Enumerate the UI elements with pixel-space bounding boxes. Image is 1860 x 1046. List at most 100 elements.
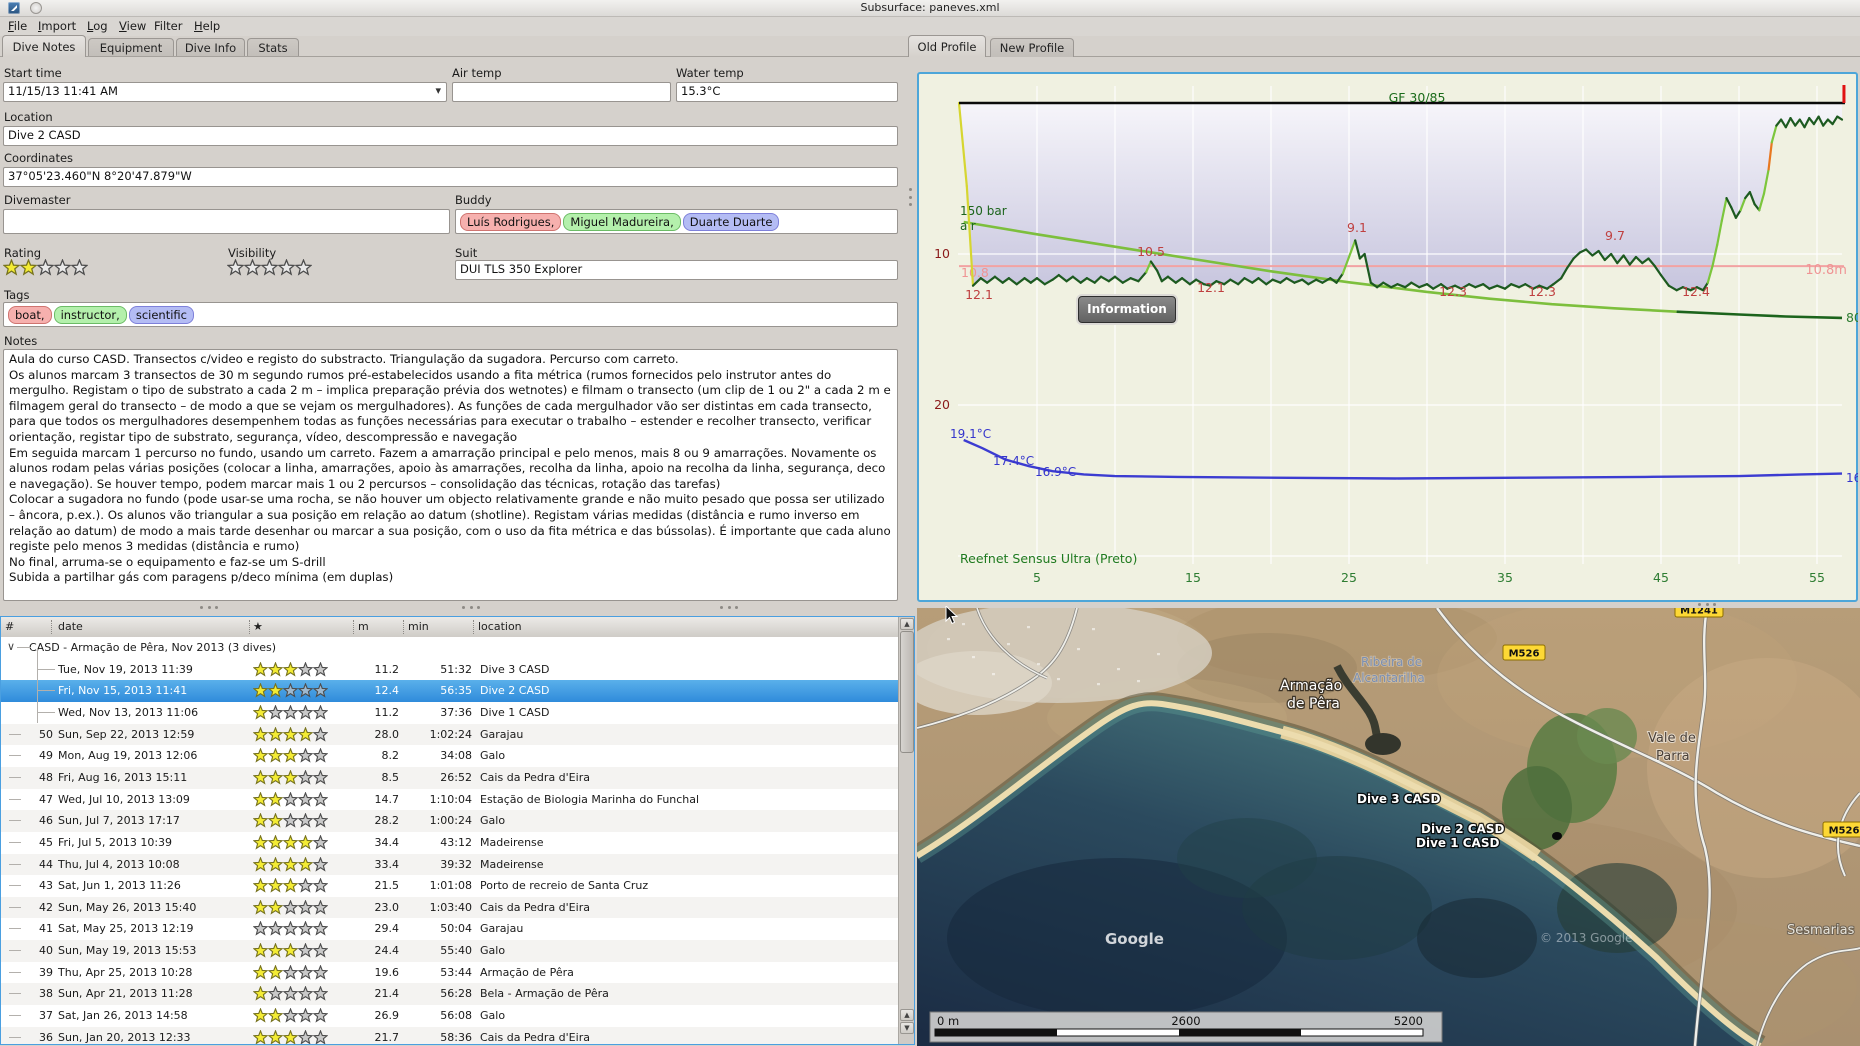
- svg-text:16.9°C: 16.9°C: [1035, 465, 1076, 479]
- star-icon: [267, 1029, 284, 1044]
- star-icon: [282, 920, 299, 937]
- table-row[interactable]: 48 Fri, Aug 16, 2013 15:11 8.5 26:52 Cais da…: [1, 766, 898, 789]
- star-icon: [260, 258, 279, 276]
- pill-green[interactable]: Miguel Madureira,: [563, 213, 681, 231]
- svg-text:5: 5: [1033, 570, 1041, 585]
- dive-number: 38: [39, 987, 53, 1001]
- table-row[interactable]: 49 Mon, Aug 19, 2013 12:06 8.2 34:08 Galo: [1, 745, 898, 768]
- menu-filter[interactable]: Filter: [154, 19, 182, 33]
- column-header-location[interactable]: location: [478, 620, 522, 633]
- scroll-down-icon[interactable]: ▼: [900, 1022, 914, 1034]
- tags-field[interactable]: boat, instructor, scientific: [3, 302, 898, 327]
- tab-dive-notes[interactable]: Dive Notes: [2, 35, 86, 57]
- tab-old-profile[interactable]: Old Profile: [908, 35, 986, 57]
- star-icon: [312, 834, 329, 850]
- table-row[interactable]: 42 Sun, May 26, 2013 15:40 23.0 1:03:40 Cais…: [1, 896, 898, 919]
- dive-location: Madeirense: [480, 835, 544, 849]
- star-icon: [267, 1007, 284, 1023]
- dive-site-map[interactable]: M526 M1241 M526 Armação de Pêra Ribeira de Alc…: [917, 608, 1860, 1046]
- tab-stats[interactable]: Stats: [247, 38, 299, 57]
- column-header-date[interactable]: date: [58, 620, 83, 633]
- chevron-down-icon[interactable]: ▾: [435, 84, 441, 97]
- table-row[interactable]: 38 Sun, Apr 21, 2013 11:28 21.4 56:28 Bela -…: [1, 983, 898, 1006]
- column-header-num[interactable]: #: [5, 620, 14, 633]
- table-row[interactable]: 47 Wed, Jul 10, 2013 13:09 14.7 1:10:04 Esta…: [1, 788, 898, 811]
- pill-blue[interactable]: scientific: [128, 306, 194, 324]
- location-field[interactable]: Dive 2 CASD: [3, 126, 898, 146]
- column-header-stars[interactable]: ★: [253, 620, 263, 633]
- menu-import[interactable]: Import: [38, 19, 76, 33]
- notes-textarea[interactable]: Aula do curso CASD. Transectos c/video e…: [3, 349, 898, 601]
- table-row[interactable]: 37 Sat, Jan 26, 2013 14:58 26.9 56:08 Galo: [1, 1005, 898, 1028]
- location-label: Location: [4, 110, 53, 124]
- table-row[interactable]: 44 Thu, Jul 4, 2013 10:08 33.4 39:32 Madeire…: [1, 853, 898, 876]
- pill-green[interactable]: instructor,: [53, 306, 127, 324]
- table-row[interactable]: 39 Thu, Apr 25, 2013 10:28 19.6 53:44 Armaçã…: [1, 961, 898, 984]
- dive-list-scrollbar[interactable]: ▲ ▲ ▼: [898, 617, 914, 1044]
- table-row[interactable]: 50 Sun, Sep 22, 2013 12:59 28.0 1:02:24 Gara…: [1, 723, 898, 746]
- start-time-combobox[interactable]: 11/15/13 11:41 AM ▾: [3, 82, 447, 102]
- menu-log[interactable]: Log: [87, 19, 108, 33]
- scrollbar-thumb[interactable]: [900, 631, 914, 753]
- water-temp-field[interactable]: 15.3°C: [676, 82, 898, 102]
- menu-help[interactable]: Help: [194, 19, 220, 33]
- trip-row[interactable]: ∨ CASD - Armação de Pêra, Nov 2013 (3 div…: [1, 637, 898, 659]
- dive-duration: 1:02:24: [429, 727, 472, 741]
- table-row[interactable]: 40 Sun, May 19, 2013 15:53 24.4 55:40 Galo: [1, 940, 898, 963]
- table-row[interactable]: 41 Sat, May 25, 2013 12:19 29.4 50:04 Garaja…: [1, 918, 898, 941]
- star-icon: [252, 812, 269, 828]
- pill-red[interactable]: boat,: [8, 306, 52, 324]
- svg-text:10.5: 10.5: [1137, 244, 1165, 259]
- splitter-grip[interactable]: [720, 606, 738, 609]
- tab-new-profile[interactable]: New Profile: [990, 38, 1074, 57]
- splitter-grip-vertical[interactable]: [909, 188, 912, 206]
- column-separator[interactable]: [51, 620, 52, 634]
- table-row[interactable]: Tue, Nov 19, 2013 11:39 11.2 51:32 Dive 3 C…: [1, 658, 898, 681]
- tree-line: [9, 971, 21, 973]
- visibility-stars[interactable]: [226, 258, 313, 280]
- table-row[interactable]: 43 Sat, Jun 1, 2013 11:26 21.5 1:01:08 Porto…: [1, 875, 898, 898]
- buddy-field[interactable]: Luís Rodrigues, Miguel Madureira, Duarte D…: [455, 209, 898, 234]
- dive-date: Wed, Jul 10, 2013 13:09: [58, 792, 190, 806]
- window-title: Subsurface: paneves.xml: [860, 1, 1000, 14]
- rating-stars: [252, 1007, 329, 1026]
- pill-blue[interactable]: Duarte Duarte: [682, 213, 780, 231]
- pill-red[interactable]: Luís Rodrigues,: [460, 213, 562, 231]
- table-row[interactable]: 45 Fri, Jul 5, 2013 10:39 34.4 43:12 Madeire…: [1, 831, 898, 854]
- column-header-min[interactable]: min: [408, 620, 429, 633]
- rating-stars: [252, 985, 329, 1004]
- menu-file[interactable]: File: [8, 19, 27, 33]
- column-separator[interactable]: [353, 620, 354, 634]
- splitter-grip[interactable]: [200, 606, 218, 609]
- splitter-grip[interactable]: [1698, 603, 1716, 606]
- column-separator[interactable]: [249, 620, 250, 634]
- star-icon: [267, 790, 284, 807]
- column-separator[interactable]: [403, 620, 404, 634]
- table-row[interactable]: 46 Sun, Jul 7, 2013 17:17 28.2 1:00:24 Galo: [1, 810, 898, 833]
- tab-equipment[interactable]: Equipment: [88, 38, 174, 57]
- collapse-arrow-icon[interactable]: ∨: [7, 640, 15, 653]
- rating-stars: [252, 920, 329, 939]
- tab-dive-info[interactable]: Dive Info: [176, 38, 245, 57]
- column-separator[interactable]: [473, 620, 474, 634]
- dive-site-marker: [1552, 832, 1562, 840]
- menu-view[interactable]: View: [119, 19, 146, 33]
- notes-label: Notes: [4, 334, 38, 348]
- divemaster-field[interactable]: [3, 209, 450, 234]
- information-button[interactable]: Information: [1078, 296, 1176, 323]
- svg-text:10.8: 10.8: [961, 265, 989, 280]
- dive-duration: 51:32: [440, 662, 472, 676]
- table-row[interactable]: Wed, Nov 13, 2013 11:06 11.2 37:36 Dive 1 C…: [1, 701, 898, 724]
- dive-date: Mon, Aug 19, 2013 12:06: [58, 749, 198, 763]
- scroll-up-icon[interactable]: ▲: [900, 618, 914, 630]
- table-row[interactable]: 36 Sun, Jan 20, 2013 12:33 21.7 58:36 Cais d…: [1, 1026, 898, 1044]
- rating-stars[interactable]: [2, 258, 89, 280]
- suit-field[interactable]: DUI TLS 350 Explorer: [455, 260, 898, 280]
- dive-list-header[interactable]: # date ★ m min location: [1, 617, 898, 638]
- table-row[interactable]: Fri, Nov 15, 2013 11:41 12.4 56:35 Dive 2 C…: [1, 680, 898, 703]
- splitter-grip[interactable]: [462, 606, 480, 609]
- air-temp-field[interactable]: [452, 82, 671, 102]
- column-header-m[interactable]: m: [358, 620, 369, 633]
- scroll-up-icon[interactable]: ▲: [900, 1009, 914, 1021]
- coordinates-field[interactable]: 37°05'23.460"N 8°20'47.879"W: [3, 167, 898, 187]
